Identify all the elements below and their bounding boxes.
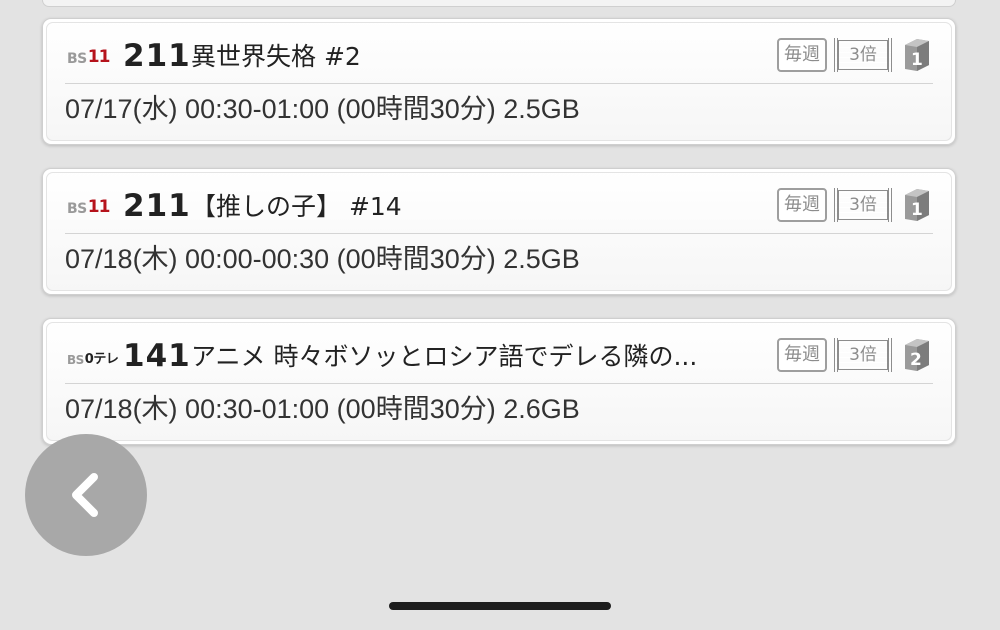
weekly-badge: 毎週 <box>777 188 827 222</box>
divider <box>65 83 933 84</box>
badge-group: 毎週 3倍 1 <box>777 37 931 73</box>
program-title: アニメ 時々ボソッとロシア語でデレる隣の... <box>191 342 698 371</box>
station-logo-mark: 11 <box>87 197 111 217</box>
channel-number: 141 <box>123 338 191 374</box>
disk-number-icon: 1 <box>905 39 929 71</box>
station-logo-mark: 11 <box>87 47 111 67</box>
home-indicator[interactable] <box>389 602 611 610</box>
station-logo-bs11: BS 11 <box>67 194 111 217</box>
channel-number: 211 <box>123 188 191 224</box>
speed-badge: 3倍 <box>834 38 892 72</box>
chevron-left-icon <box>72 473 98 517</box>
station-logo-prefix: BS <box>67 51 87 67</box>
recording-item[interactable]: BS 11 211 【推しの子】 #14 毎週 3倍 1 07/18(木) 00… <box>42 168 956 295</box>
recording-detail: 07/18(木) 00:00-00:30 (00時間30分) 2.5GB <box>65 244 580 274</box>
channel-number: 211 <box>123 38 191 74</box>
previous-card-edge[interactable] <box>42 0 956 7</box>
divider <box>65 233 933 234</box>
station-logo-prefix: BS <box>67 201 87 217</box>
disk-number: 1 <box>911 200 923 220</box>
program-title: 【推しの子】 #14 <box>191 192 402 221</box>
badge-group: 毎週 3倍 1 <box>777 187 931 223</box>
recording-list-screen: BS 11 211 異世界失格 #2 毎週 3倍 1 07/17(水) 00:3… <box>0 0 1000 630</box>
speed-badge: 3倍 <box>834 338 892 372</box>
station-logo-bs11: BS 11 <box>67 44 111 67</box>
speed-badge-label: 3倍 <box>838 190 888 220</box>
recording-item[interactable]: BS 11 211 異世界失格 #2 毎週 3倍 1 07/17(水) 00:3… <box>42 18 956 145</box>
badge-group: 毎週 3倍 2 <box>777 337 931 373</box>
speed-badge-label: 3倍 <box>838 40 888 70</box>
speed-badge: 3倍 <box>834 188 892 222</box>
weekly-badge: 毎週 <box>777 338 827 372</box>
disk-number: 2 <box>910 350 922 370</box>
program-title: 異世界失格 #2 <box>191 42 361 71</box>
disk-number-icon: 2 <box>905 339 929 371</box>
disk-number-icon: 1 <box>905 189 929 221</box>
recording-detail: 07/18(木) 00:30-01:00 (00時間30分) 2.6GB <box>65 394 580 424</box>
recording-detail: 07/17(水) 00:30-01:00 (00時間30分) 2.5GB <box>65 94 580 124</box>
disk-number: 1 <box>911 50 923 70</box>
station-logo-ntv: BS 0テレ <box>67 344 119 367</box>
divider <box>65 383 933 384</box>
station-logo-mark: 0テレ <box>84 352 119 367</box>
weekly-badge: 毎週 <box>777 38 827 72</box>
speed-badge-label: 3倍 <box>838 340 888 370</box>
station-logo-prefix: BS <box>67 353 84 367</box>
recording-item[interactable]: BS 0テレ 141 アニメ 時々ボソッとロシア語でデレる隣の... 毎週 3倍… <box>42 318 956 445</box>
back-button[interactable] <box>25 434 147 556</box>
